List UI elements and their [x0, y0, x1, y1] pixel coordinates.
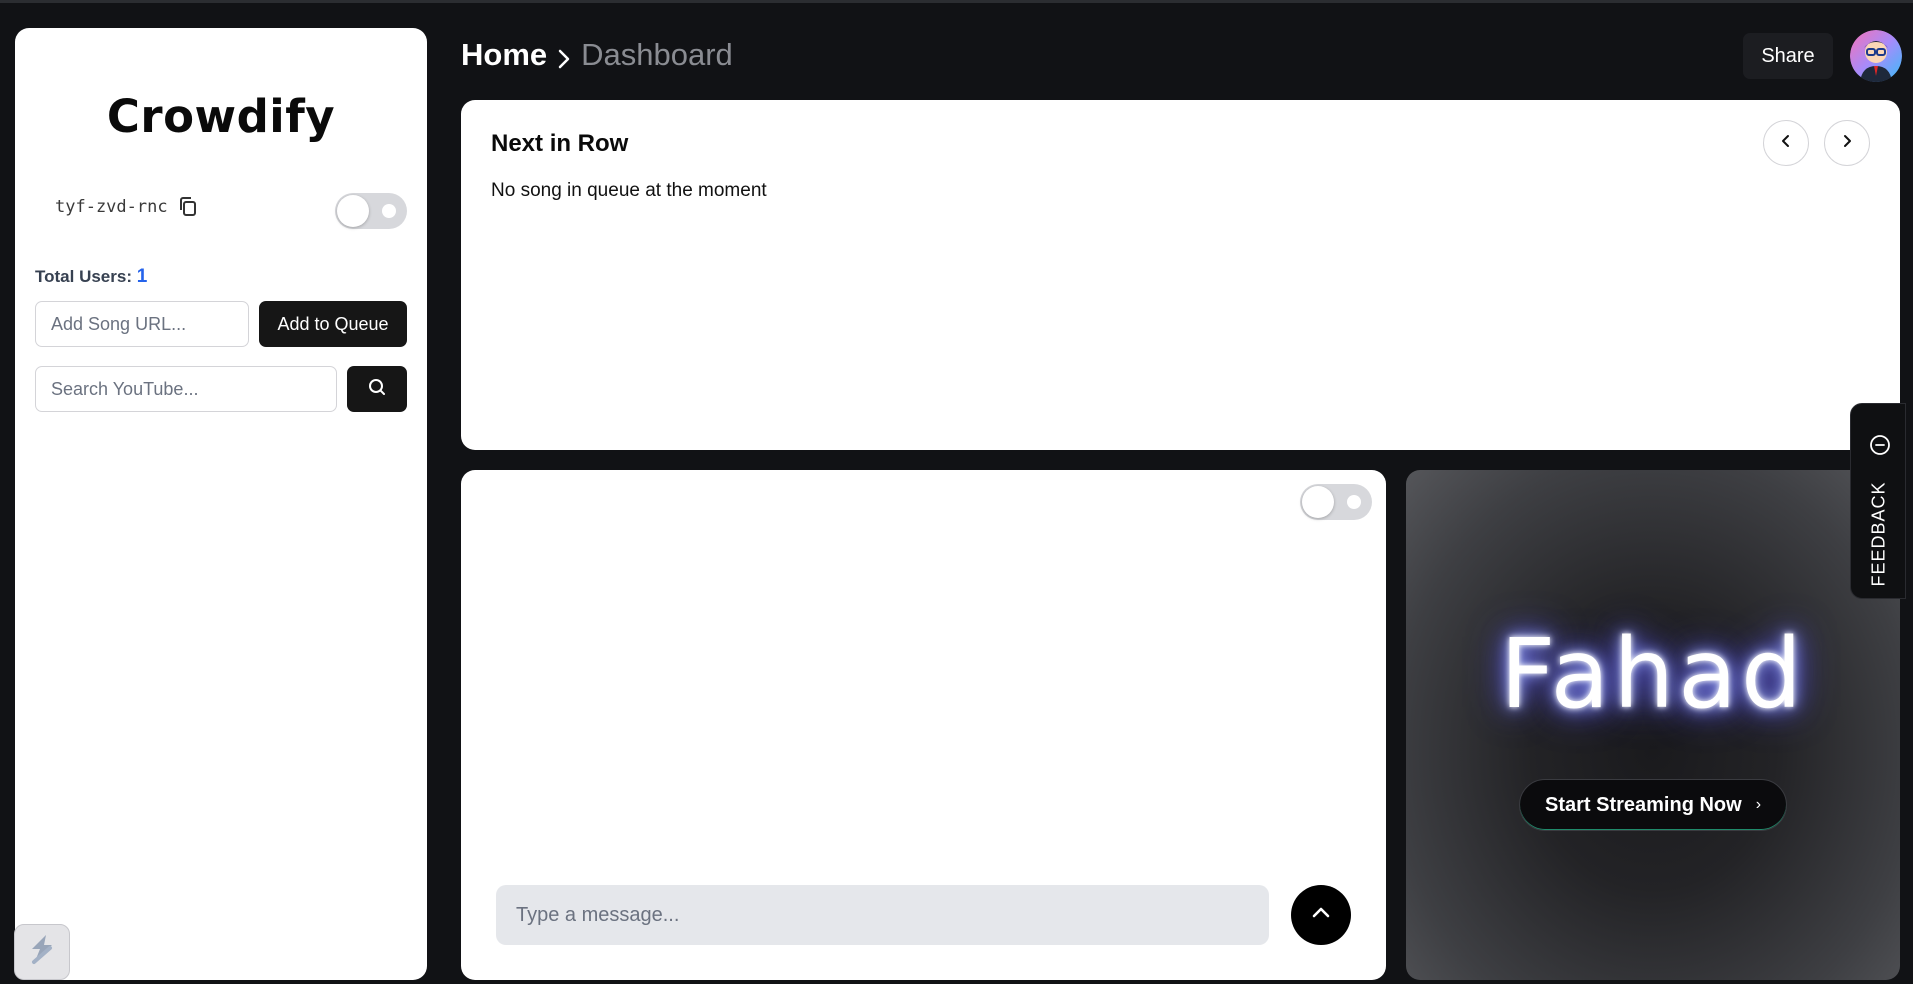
- chevron-left-icon: [1779, 133, 1793, 154]
- feedback-icon: [1869, 434, 1891, 456]
- stream-card: Fahad Start Streaming Now ›: [1406, 470, 1900, 980]
- breadcrumb-current: Dashboard: [581, 37, 733, 72]
- chat-toggle[interactable]: [1300, 484, 1372, 520]
- breadcrumb: Home Dashboard: [461, 37, 733, 73]
- room-code-row: tyf-zvd-rnc: [55, 196, 198, 218]
- brand-title: Crowdify: [106, 90, 336, 143]
- song-url-placeholder: Add Song URL...: [51, 313, 187, 334]
- queue-next-button[interactable]: [1824, 120, 1870, 166]
- queue-title: Next in Row: [491, 130, 629, 157]
- sidebar-toggle[interactable]: [335, 193, 407, 229]
- streamer-name: Fahad: [1500, 618, 1806, 730]
- chevron-up-icon: [1310, 902, 1332, 929]
- search-button[interactable]: [347, 366, 407, 412]
- search-youtube-input[interactable]: Search YouTube...: [35, 366, 337, 412]
- copy-icon[interactable]: [178, 196, 198, 218]
- breadcrumb-home[interactable]: Home: [461, 37, 547, 73]
- song-url-input[interactable]: Add Song URL...: [35, 301, 249, 347]
- toggle-dot: [382, 204, 396, 218]
- queue-empty-message: No song in queue at the moment: [491, 180, 767, 201]
- start-streaming-label: Start Streaming Now: [1544, 793, 1742, 816]
- total-users-count: 1: [136, 266, 148, 287]
- share-button[interactable]: Share: [1743, 33, 1833, 79]
- add-to-queue-button[interactable]: Add to Queue: [259, 301, 407, 347]
- search-youtube-placeholder: Search YouTube...: [51, 378, 199, 399]
- toggle-dot: [1347, 495, 1361, 509]
- toggle-knob: [337, 195, 369, 227]
- feedback-tab[interactable]: FEEDBACK: [1850, 403, 1906, 599]
- feedback-label: FEEDBACK: [1868, 481, 1889, 587]
- chevron-right-icon: ›: [1755, 796, 1762, 813]
- message-input[interactable]: Type a message...: [496, 885, 1269, 945]
- queue-prev-button[interactable]: [1763, 120, 1809, 166]
- start-streaming-button[interactable]: Start Streaming Now ›: [1519, 779, 1787, 831]
- send-message-button[interactable]: [1291, 885, 1351, 945]
- chevron-right-icon: [555, 43, 573, 69]
- chat-card: Type a message...: [461, 470, 1386, 980]
- sidebar: Crowdify tyf-zvd-rnc Total Users: 1 Add …: [14, 28, 427, 980]
- search-icon: [367, 377, 387, 402]
- avatar[interactable]: [1850, 30, 1902, 82]
- chevron-right-icon: [1840, 133, 1854, 154]
- total-users-label: Total Users:: [35, 267, 132, 286]
- app-logo[interactable]: [14, 924, 70, 980]
- queue-card: Next in Row No song in queue at the mome…: [461, 100, 1900, 450]
- message-placeholder: Type a message...: [516, 903, 680, 926]
- toggle-knob: [1302, 486, 1334, 518]
- room-code: tyf-zvd-rnc: [55, 197, 168, 217]
- logo-icon: [26, 932, 58, 973]
- total-users: Total Users: 1: [35, 266, 147, 288]
